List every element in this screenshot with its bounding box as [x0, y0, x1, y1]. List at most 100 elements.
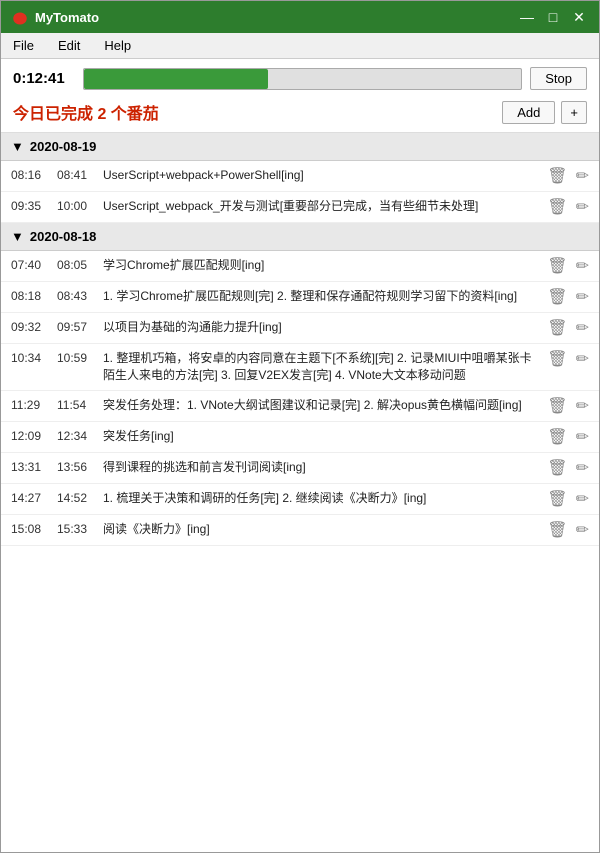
menu-file[interactable]: File [9, 36, 38, 55]
edit-button-0-0[interactable]: ✏ [576, 169, 589, 185]
table-row: 15:08 15:33 阅读《决断力》[ing] 🗑 ✏ [1, 515, 599, 546]
delete-button-1-8[interactable]: 🗑 [547, 523, 567, 539]
list-container[interactable]: ▼ 2020-08-19 08:16 08:41 UserScript+webpa… [1, 132, 599, 852]
date-group-0: ▼ 2020-08-19 08:16 08:41 UserScript+webpa… [1, 133, 599, 223]
record-desc-1-5: 突发任务[ing] [103, 428, 541, 445]
record-desc-1-7: 1. 梳理关于决策和调研的任务[完] 2. 继续阅读《决断力》[ing] [103, 490, 541, 507]
main-window: MyTomato — □ ✕ File Edit Help 0:12:41 St… [0, 0, 600, 853]
time-start-1-4: 11:29 [11, 397, 51, 412]
status-bar: 今日已完成 2 个番茄 Add + [1, 98, 599, 132]
table-row: 14:27 14:52 1. 梳理关于决策和调研的任务[完] 2. 继续阅读《决… [1, 484, 599, 515]
edit-button-1-8[interactable]: ✏ [576, 523, 589, 539]
date-label-0: 2020-08-19 [30, 139, 97, 154]
stop-button[interactable]: Stop [530, 67, 587, 90]
time-start-1-2: 09:32 [11, 319, 51, 334]
close-button[interactable]: ✕ [569, 7, 589, 27]
delete-button-1-1[interactable]: 🗑 [547, 290, 567, 306]
action-icons-1-2: 🗑 ✏ [547, 319, 589, 337]
title-bar-controls: — □ ✕ [517, 7, 589, 27]
progress-bar-container [83, 68, 522, 90]
record-desc-1-8: 阅读《决断力》[ing] [103, 521, 541, 538]
progress-bar-fill [84, 69, 268, 89]
time-end-1-5: 12:34 [57, 428, 97, 443]
time-start-1-3: 10:34 [11, 350, 51, 365]
table-row: 12:09 12:34 突发任务[ing] 🗑 ✏ [1, 422, 599, 453]
plus-button[interactable]: + [561, 101, 587, 124]
record-desc-1-6: 得到课程的挑选和前言发刊词阅读[ing] [103, 459, 541, 476]
time-end-1-1: 08:43 [57, 288, 97, 303]
delete-button-1-4[interactable]: 🗑 [547, 399, 567, 415]
date-group-1: ▼ 2020-08-18 07:40 08:05 学习Chrome扩展匹配规则[i… [1, 223, 599, 546]
add-button[interactable]: Add [502, 101, 555, 124]
table-row: 08:16 08:41 UserScript+webpack+PowerShel… [1, 161, 599, 192]
action-icons-1-0: 🗑 ✏ [547, 257, 589, 275]
action-icons-1-8: 🗑 ✏ [547, 521, 589, 539]
date-header-arrow: ▼ [11, 139, 24, 154]
time-end-1-4: 11:54 [57, 397, 97, 412]
edit-button-1-2[interactable]: ✏ [576, 321, 589, 337]
edit-button-1-6[interactable]: ✏ [576, 461, 589, 477]
menu-edit[interactable]: Edit [54, 36, 84, 55]
delete-button-1-3[interactable]: 🗑 [547, 352, 567, 368]
action-icons-1-1: 🗑 ✏ [547, 288, 589, 306]
time-start-0-0: 08:16 [11, 167, 51, 182]
date-header-1[interactable]: ▼ 2020-08-18 [1, 223, 599, 251]
time-end-1-2: 09:57 [57, 319, 97, 334]
action-icons-1-3: 🗑 ✏ [547, 350, 589, 368]
edit-button-1-7[interactable]: ✏ [576, 492, 589, 508]
menu-bar: File Edit Help [1, 33, 599, 59]
table-row: 13:31 13:56 得到课程的挑选和前言发刊词阅读[ing] 🗑 ✏ [1, 453, 599, 484]
table-row: 09:32 09:57 以项目为基础的沟通能力提升[ing] 🗑 ✏ [1, 313, 599, 344]
table-row: 08:18 08:43 1. 学习Chrome扩展匹配规则[完] 2. 整理和保… [1, 282, 599, 313]
tomato-icon [11, 8, 29, 26]
time-end-1-8: 15:33 [57, 521, 97, 536]
edit-button-1-1[interactable]: ✏ [576, 290, 589, 306]
record-desc-1-0: 学习Chrome扩展匹配规则[ing] [103, 257, 541, 274]
time-display: 0:12:41 [13, 70, 75, 87]
table-row: 07:40 08:05 学习Chrome扩展匹配规则[ing] 🗑 ✏ [1, 251, 599, 282]
title-bar: MyTomato — □ ✕ [1, 1, 599, 33]
edit-button-1-4[interactable]: ✏ [576, 399, 589, 415]
date-header-arrow: ▼ [11, 229, 24, 244]
time-start-1-8: 15:08 [11, 521, 51, 536]
delete-button-1-6[interactable]: 🗑 [547, 461, 567, 477]
record-desc-1-2: 以项目为基础的沟通能力提升[ing] [103, 319, 541, 336]
title-bar-left: MyTomato [11, 8, 99, 26]
delete-button-1-0[interactable]: 🗑 [547, 259, 567, 275]
time-end-1-3: 10:59 [57, 350, 97, 365]
time-start-1-5: 12:09 [11, 428, 51, 443]
time-start-1-6: 13:31 [11, 459, 51, 474]
date-header-0[interactable]: ▼ 2020-08-19 [1, 133, 599, 161]
table-row: 09:35 10:00 UserScript_webpack_开发与测试[重要部… [1, 192, 599, 223]
delete-button-0-1[interactable]: 🗑 [547, 200, 567, 216]
table-row: 10:34 10:59 1. 整理机巧箱，将安卓的内容同意在主题下[不系统][完… [1, 344, 599, 391]
action-icons-1-4: 🗑 ✏ [547, 397, 589, 415]
status-right: Add + [502, 101, 587, 124]
time-start-0-1: 09:35 [11, 198, 51, 213]
time-end-0-1: 10:00 [57, 198, 97, 213]
date-label-1: 2020-08-18 [30, 229, 97, 244]
action-icons-0-1: 🗑 ✏ [547, 198, 589, 216]
edit-button-1-3[interactable]: ✏ [576, 352, 589, 368]
edit-button-1-0[interactable]: ✏ [576, 259, 589, 275]
maximize-button[interactable]: □ [543, 7, 563, 27]
action-icons-1-6: 🗑 ✏ [547, 459, 589, 477]
minimize-button[interactable]: — [517, 7, 537, 27]
table-row: 11:29 11:54 突发任务处理：1. VNote大纲试图建议和记录[完] … [1, 391, 599, 422]
action-icons-1-5: 🗑 ✏ [547, 428, 589, 446]
delete-button-0-0[interactable]: 🗑 [547, 169, 567, 185]
toolbar: 0:12:41 Stop [1, 59, 599, 98]
time-start-1-7: 14:27 [11, 490, 51, 505]
delete-button-1-2[interactable]: 🗑 [547, 321, 567, 337]
time-start-1-0: 07:40 [11, 257, 51, 272]
edit-button-0-1[interactable]: ✏ [576, 200, 589, 216]
action-icons-0-0: 🗑 ✏ [547, 167, 589, 185]
time-end-0-0: 08:41 [57, 167, 97, 182]
delete-button-1-7[interactable]: 🗑 [547, 492, 567, 508]
menu-help[interactable]: Help [100, 36, 135, 55]
time-end-1-0: 08:05 [57, 257, 97, 272]
action-icons-1-7: 🗑 ✏ [547, 490, 589, 508]
delete-button-1-5[interactable]: 🗑 [547, 430, 567, 446]
edit-button-1-5[interactable]: ✏ [576, 430, 589, 446]
time-start-1-1: 08:18 [11, 288, 51, 303]
